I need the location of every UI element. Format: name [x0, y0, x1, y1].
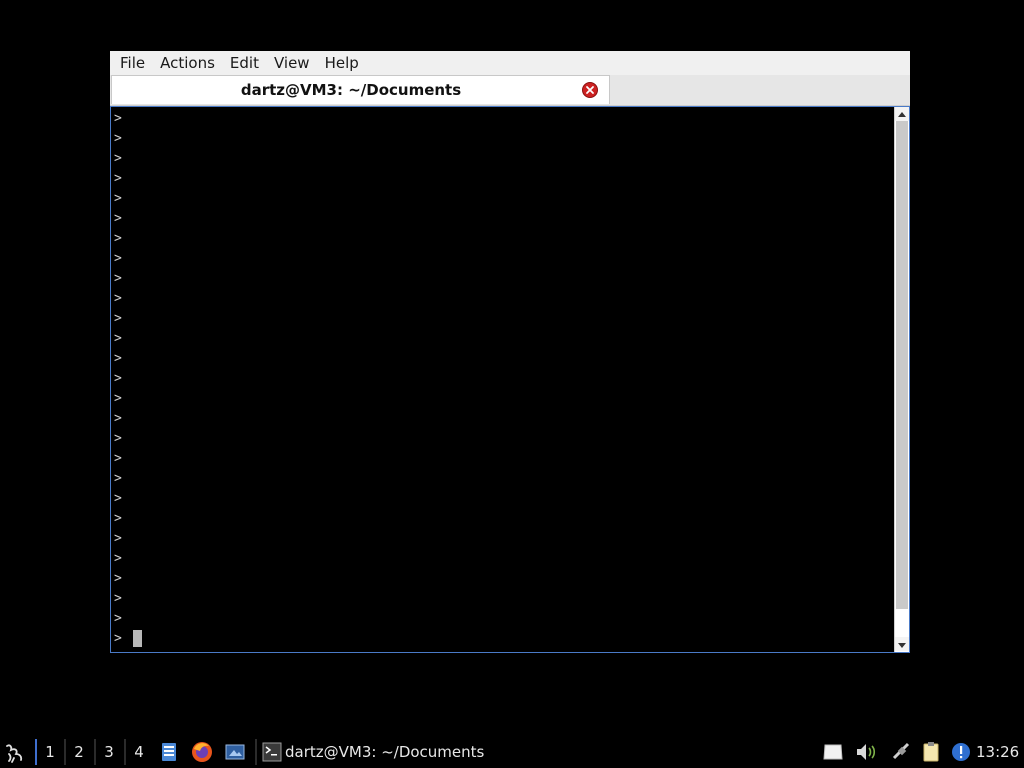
menu-file[interactable]: File	[115, 51, 150, 75]
text-cursor	[133, 630, 142, 647]
terminal-line: >	[114, 431, 122, 446]
volume-icon[interactable]	[854, 736, 878, 768]
clock[interactable]: 13:26	[976, 736, 1019, 768]
desktop-3-button[interactable]: 3	[96, 736, 122, 768]
terminal-line: >	[114, 491, 122, 506]
start-menu-icon[interactable]	[3, 736, 27, 768]
terminal-line: >	[114, 571, 122, 586]
terminal-line: >	[114, 131, 122, 146]
terminal-line: >	[114, 351, 122, 366]
terminal-line: >	[114, 171, 122, 186]
desktop-2-button[interactable]: 2	[66, 736, 92, 768]
close-icon[interactable]	[582, 82, 598, 98]
terminal-line: >	[114, 331, 122, 346]
terminal-line: >	[114, 271, 122, 286]
terminal-line: >	[114, 371, 122, 386]
clipboard-icon[interactable]	[920, 736, 942, 768]
terminal-line: >	[114, 531, 122, 546]
terminal-task-icon[interactable]	[262, 736, 282, 768]
terminal-line: >	[114, 151, 122, 166]
terminal-line: >	[114, 291, 122, 306]
desktop-4-button[interactable]: 4	[126, 736, 152, 768]
menu-bar: File Actions Edit View Help	[110, 51, 910, 75]
menu-help[interactable]: Help	[320, 51, 364, 75]
terminal-line: >	[114, 411, 122, 426]
scroll-up-arrow-icon[interactable]	[895, 107, 909, 121]
notification-icon[interactable]	[950, 736, 972, 768]
menu-view[interactable]: View	[269, 51, 315, 75]
desktop: File Actions Edit View Help dartz@VM3: ~…	[0, 0, 1024, 768]
tab-bar: dartz@VM3: ~/Documents	[110, 75, 910, 106]
firefox-icon[interactable]	[190, 736, 214, 768]
removable-drive-icon[interactable]	[822, 736, 844, 768]
tab-title: dartz@VM3: ~/Documents	[240, 81, 462, 99]
terminal-line: >	[114, 451, 122, 466]
terminal-line: >	[114, 311, 122, 326]
vertical-scrollbar[interactable]	[894, 107, 909, 652]
terminal-line: >	[114, 471, 122, 486]
taskbar-task-terminal[interactable]: dartz@VM3: ~/Documents	[285, 736, 484, 768]
terminal-line: >	[114, 111, 122, 126]
terminal-area[interactable]: > > > > > > > > > > > > > > > > > > > >	[110, 106, 910, 653]
terminal-line: >	[114, 591, 122, 606]
taskbar: 1 2 3 4 dartz@VM3: ~/Documents 13:26	[0, 736, 1024, 768]
terminal-line: >	[114, 511, 122, 526]
menu-actions[interactable]: Actions	[155, 51, 220, 75]
terminal-line: >	[114, 391, 122, 406]
network-icon[interactable]	[890, 736, 914, 768]
terminal-line: >	[114, 211, 122, 226]
terminal-line: >	[114, 551, 122, 566]
terminal-line: >	[114, 631, 122, 646]
terminal-output[interactable]: > > > > > > > > > > > > > > > > > > > >	[111, 109, 893, 649]
menu-edit[interactable]: Edit	[225, 51, 264, 75]
scroll-down-arrow-icon[interactable]	[895, 637, 909, 651]
terminal-line: >	[114, 251, 122, 266]
terminal-tab[interactable]: dartz@VM3: ~/Documents	[111, 75, 610, 104]
terminal-line: >	[114, 611, 122, 626]
terminal-line: >	[114, 231, 122, 246]
scrollbar-thumb[interactable]	[896, 121, 908, 609]
desktop-1-button[interactable]: 1	[37, 736, 63, 768]
file-manager-icon[interactable]	[159, 736, 179, 768]
terminal-line: >	[114, 191, 122, 206]
screenshot-tool-icon[interactable]	[224, 736, 246, 768]
taskbar-separator	[255, 739, 257, 765]
terminal-window: File Actions Edit View Help dartz@VM3: ~…	[110, 51, 910, 653]
